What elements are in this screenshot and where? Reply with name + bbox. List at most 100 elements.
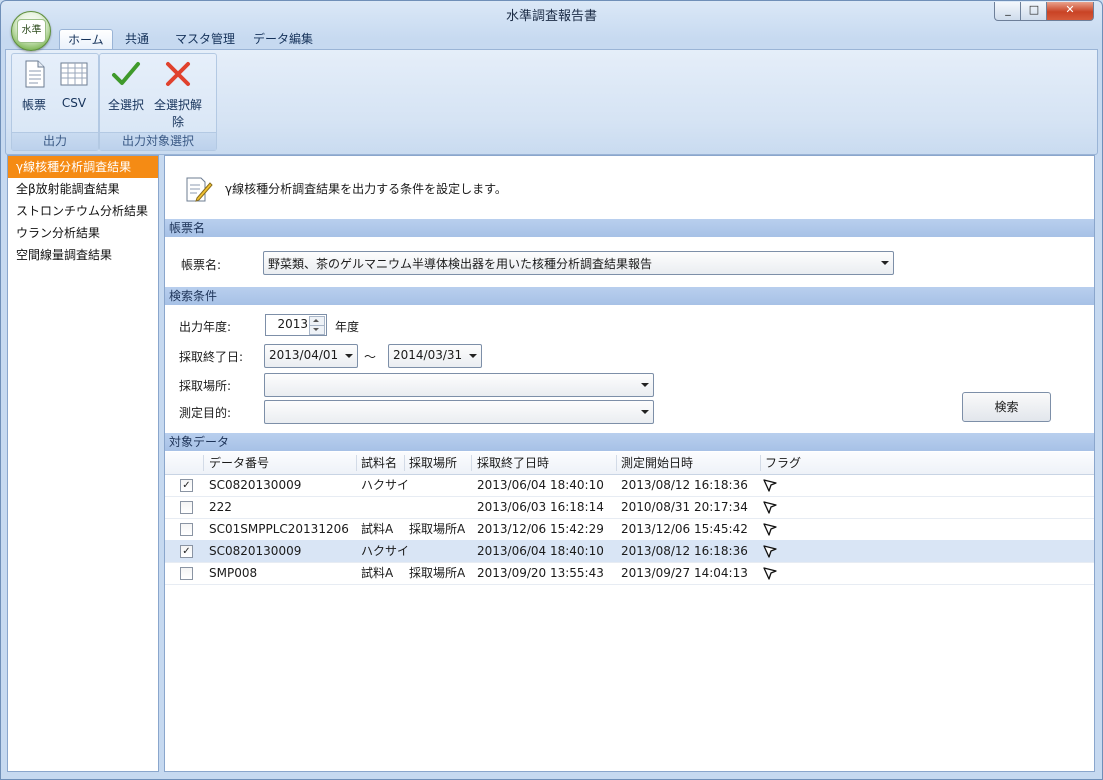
- date-to-value: 2014/03/31: [393, 348, 463, 362]
- cell-end-date: 2013/12/06 15:42:29: [477, 522, 604, 536]
- table-row[interactable]: ✓ SC0820130009 ハクサイ 2013/06/04 18:40:10 …: [165, 474, 1094, 497]
- column-divider: [203, 455, 204, 471]
- intro-text: γ線核種分析調査結果を出力する条件を設定します。: [225, 182, 507, 196]
- cell-sample: 試料A: [361, 522, 394, 536]
- select-all-button[interactable]: 全選択: [106, 56, 146, 116]
- section-search: 検索条件: [165, 287, 1094, 305]
- close-button[interactable]: ✕: [1046, 2, 1094, 21]
- date-from-value: 2013/04/01: [269, 348, 339, 362]
- deselect-all-button[interactable]: 全選択解除: [154, 56, 202, 129]
- col-sample[interactable]: 試料名: [361, 452, 397, 474]
- minimize-button[interactable]: _: [994, 2, 1022, 21]
- cell-end-date: 2013/06/03 16:18:14: [477, 500, 604, 514]
- csv-button-label: CSV: [61, 96, 87, 110]
- report-name-select[interactable]: 野菜類、茶のゲルマニウム半導体検出器を用いた核種分析調査結果報告: [263, 251, 894, 275]
- tab-master[interactable]: マスタ管理: [167, 29, 243, 49]
- row-checkbox[interactable]: ✓: [180, 545, 193, 558]
- cell-sample: ハクサイ: [361, 544, 410, 558]
- year-stepper[interactable]: 2013: [265, 314, 327, 336]
- table-row[interactable]: ✓ SC0820130009 ハクサイ 2013/06/04 18:40:10 …: [165, 540, 1094, 563]
- ribbon-panel: 帳票 CSV 出力 全選択 全選択解除 出力対象選択: [5, 49, 1098, 155]
- cell-sample: 試料A: [361, 566, 394, 580]
- place-select[interactable]: [264, 373, 654, 397]
- app-menu-button[interactable]: 水準: [11, 11, 51, 51]
- section-target-data: 対象データ: [165, 433, 1094, 451]
- cell-end-date: 2013/09/20 13:55:43: [477, 566, 604, 580]
- sidebar-item-strontium[interactable]: ストロンチウム分析結果: [8, 200, 158, 222]
- cell-start-date: 2013/09/27 14:04:13: [621, 566, 748, 580]
- tab-common[interactable]: 共通: [117, 29, 157, 49]
- chevron-down-icon: [641, 410, 649, 414]
- col-data-id[interactable]: データ番号: [209, 452, 269, 474]
- cell-start-date: 2013/08/12 16:18:36: [621, 478, 748, 492]
- cell-start-date: 2013/12/06 15:45:42: [621, 522, 748, 536]
- col-place[interactable]: 採取場所: [409, 452, 457, 474]
- row-checkbox[interactable]: [180, 501, 193, 514]
- maximize-button[interactable]: □: [1020, 2, 1048, 21]
- column-divider: [471, 455, 472, 471]
- place-label: 採取場所:: [179, 379, 232, 393]
- group-label-selection: 出力対象選択: [100, 132, 216, 150]
- edit-document-icon: [186, 177, 213, 202]
- sidebar-item-beta[interactable]: 全β放射能調査結果: [8, 178, 158, 200]
- date-from-picker[interactable]: 2013/04/01: [264, 344, 358, 368]
- sidebar-item-gamma[interactable]: γ線核種分析調査結果: [8, 156, 158, 178]
- year-suffix: 年度: [335, 320, 360, 334]
- col-end-date[interactable]: 採取終了日時: [477, 452, 549, 474]
- window-title: 水準調査報告書: [505, 9, 597, 24]
- cell-data-id: SC0820130009: [209, 478, 302, 492]
- cell-data-id: SC01SMPPLC20131206: [209, 522, 349, 536]
- flag-icon: [763, 545, 777, 558]
- col-start-date[interactable]: 測定開始日時: [621, 452, 693, 474]
- column-divider: [356, 455, 357, 471]
- column-divider: [404, 455, 405, 471]
- chevron-down-icon: [881, 261, 889, 265]
- flag-icon: [763, 479, 777, 492]
- select-all-label: 全選択: [107, 98, 144, 112]
- chevron-down-icon: [345, 354, 353, 358]
- table-row[interactable]: SMP008 試料A 採取場所A 2013/09/20 13:55:43 201…: [165, 562, 1094, 585]
- csv-button[interactable]: CSV: [54, 56, 94, 116]
- table-row[interactable]: SC01SMPPLC20131206 試料A 採取場所A 2013/12/06 …: [165, 518, 1094, 541]
- sidebar: γ線核種分析調査結果 全β放射能調査結果 ストロンチウム分析結果 ウラン分析結果…: [7, 155, 159, 772]
- app-window: 水準調査報告書 _ □ ✕ 水準 ホーム 共通 マスタ管理 データ編集 帳票 C…: [0, 0, 1103, 780]
- ribbon-group-selection: 全選択 全選択解除 出力対象選択: [99, 53, 217, 151]
- main-content: γ線核種分析調査結果を出力する条件を設定します。 帳票名 帳票名: 野菜類、茶の…: [164, 155, 1095, 772]
- tab-data-edit[interactable]: データ編集: [245, 29, 321, 49]
- year-label: 出力年度:: [179, 320, 232, 334]
- section-report-name: 帳票名: [165, 219, 1094, 237]
- ribbon-tabs: ホーム 共通 マスタ管理 データ編集: [1, 27, 1102, 50]
- intro: γ線核種分析調査結果を出力する条件を設定します。: [183, 174, 983, 204]
- sidebar-item-uranium[interactable]: ウラン分析結果: [8, 222, 158, 244]
- report-name-label: 帳票名:: [181, 258, 222, 272]
- cell-end-date: 2013/06/04 18:40:10: [477, 478, 604, 492]
- cell-place: 採取場所A: [409, 566, 466, 580]
- tab-home[interactable]: ホーム: [59, 29, 113, 50]
- column-divider: [760, 455, 761, 471]
- cell-start-date: 2010/08/31 20:17:34: [621, 500, 748, 514]
- purpose-label: 測定目的:: [179, 406, 232, 420]
- row-checkbox[interactable]: [180, 567, 193, 580]
- date-to-picker[interactable]: 2014/03/31: [388, 344, 482, 368]
- sidebar-item-air-dose[interactable]: 空間線量調査結果: [8, 244, 158, 266]
- cell-start-date: 2013/08/12 16:18:36: [621, 544, 748, 558]
- row-checkbox[interactable]: [180, 523, 193, 536]
- purpose-select[interactable]: [264, 400, 654, 424]
- grid-header: データ番号 試料名 採取場所 採取終了日時 測定開始日時 フラグ: [165, 452, 1094, 475]
- col-flag[interactable]: フラグ: [765, 452, 801, 474]
- date-separator: ～: [364, 350, 377, 364]
- chevron-down-icon: [469, 354, 477, 358]
- table-row[interactable]: 222 2013/06/03 16:18:14 2010/08/31 20:17…: [165, 496, 1094, 519]
- deselect-all-label: 全選択解除: [153, 98, 202, 129]
- date-label: 採取終了日:: [179, 350, 244, 364]
- app-logo-label: 水準: [17, 19, 46, 43]
- flag-icon: [763, 523, 777, 536]
- year-value: 2013: [277, 317, 308, 331]
- flag-icon: [763, 567, 777, 580]
- report-name-value: 野菜類、茶のゲルマニウム半導体検出器を用いた核種分析調査結果報告: [268, 257, 653, 271]
- row-checkbox[interactable]: ✓: [180, 479, 193, 492]
- stepper-down-icon[interactable]: [309, 325, 325, 335]
- check-icon: [112, 62, 140, 85]
- cell-data-id: SC0820130009: [209, 544, 302, 558]
- search-button[interactable]: 検索: [962, 392, 1051, 422]
